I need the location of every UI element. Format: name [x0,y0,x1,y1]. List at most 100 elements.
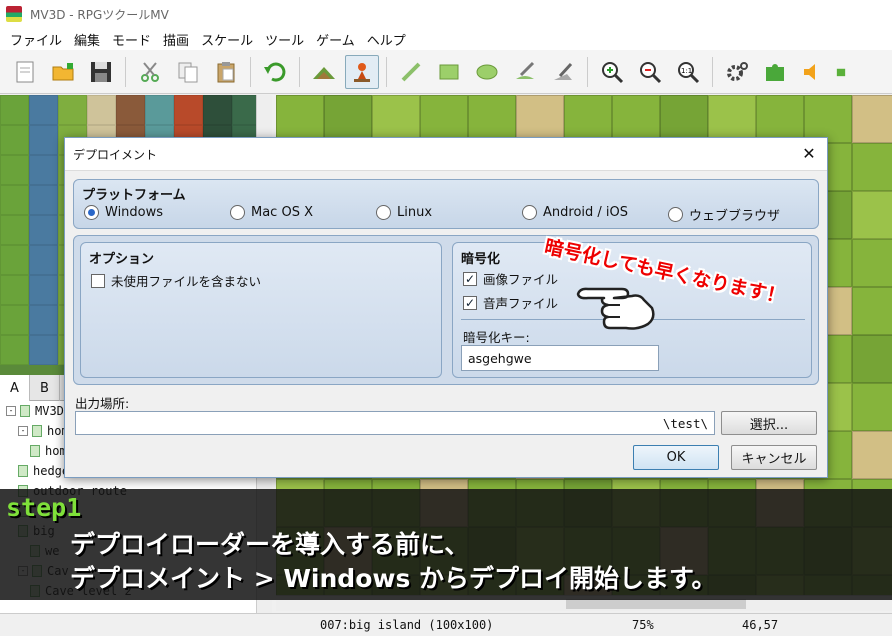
paste-icon[interactable] [209,55,243,89]
map-tile[interactable] [852,335,892,383]
undo-icon[interactable] [258,55,292,89]
tileset-tile[interactable] [29,275,58,305]
menu-game[interactable]: ゲーム [310,30,361,49]
tileset-tile[interactable] [0,95,29,125]
cancel-button[interactable]: キャンセル [731,445,817,470]
tileset-tile[interactable] [58,95,87,125]
menu-scale[interactable]: スケール [195,30,259,49]
radio-windows[interactable]: Windows [84,205,163,220]
map-tile[interactable] [324,95,372,143]
ok-button[interactable]: OK [633,445,719,470]
tileset-tile[interactable] [29,155,58,185]
map-tile[interactable] [612,95,660,143]
map-tile[interactable] [372,95,420,143]
radio-indicator[interactable] [84,205,99,220]
tileset-tile[interactable] [29,305,58,335]
encrypt-audio-checkbox[interactable]: ✓ 音声ファイル [463,293,558,312]
tileset-tile[interactable] [29,245,58,275]
radio-indicator[interactable] [230,205,245,220]
close-icon[interactable]: ✕ [799,144,819,164]
tileset-tile[interactable] [29,185,58,215]
map-tile[interactable] [852,239,892,287]
tileset-tile[interactable] [145,95,174,125]
tileset-tile[interactable] [29,335,58,365]
encrypt-images-checkbox[interactable]: ✓ 画像ファイル [463,269,558,288]
map-tile[interactable] [660,95,708,143]
tileset-tile[interactable] [0,335,29,365]
map-tile[interactable] [516,95,564,143]
new-project-icon[interactable] [8,55,42,89]
scrollbar-thumb[interactable] [566,599,746,609]
menu-help[interactable]: ヘルプ [361,30,412,49]
menu-draw[interactable]: 描画 [157,30,195,49]
save-icon[interactable] [84,55,118,89]
map-tile[interactable] [708,95,756,143]
encryption-key-input[interactable]: asgehgwe [461,345,659,371]
map-tile[interactable] [804,95,852,143]
map-tile[interactable] [564,95,612,143]
tileset-tile[interactable] [29,215,58,245]
character-icon[interactable] [834,55,848,89]
zoom-actual-icon[interactable]: 1:1 [671,55,705,89]
collapse-toggle-icon[interactable]: - [18,426,28,436]
browse-button[interactable]: 選択... [721,411,817,435]
menu-edit[interactable]: 編集 [68,30,106,49]
exclude-unused-checkbox[interactable]: 未使用ファイルを含まない [91,271,261,290]
map-mode-icon[interactable] [307,55,341,89]
open-folder-icon[interactable] [46,55,80,89]
radio-linux[interactable]: Linux [376,205,432,220]
map-tile[interactable] [276,95,324,143]
tab-b[interactable]: B [30,375,60,401]
radio-indicator[interactable] [668,207,683,222]
checkbox-box[interactable]: ✓ [463,295,477,310]
tileset-tile[interactable] [0,275,29,305]
radio-macos[interactable]: Mac OS X [230,205,313,220]
shadow-pen-icon[interactable] [546,55,580,89]
radio-web-browser[interactable]: ウェブブラウザ [668,205,780,224]
tileset-tile[interactable] [0,155,29,185]
event-mode-icon[interactable] [345,54,379,89]
rectangle-icon[interactable] [432,55,466,89]
tileset-tile[interactable] [0,185,29,215]
tileset-tile[interactable] [29,95,58,125]
collapse-toggle-icon[interactable]: - [6,406,16,416]
copy-icon[interactable] [171,55,205,89]
tileset-tile[interactable] [0,125,29,155]
cut-icon[interactable] [133,55,167,89]
map-tile[interactable] [852,431,892,479]
tab-a[interactable]: A [0,375,30,401]
output-location-input[interactable]: \test\ [75,411,715,435]
plugin-icon[interactable] [758,55,792,89]
pencil-icon[interactable] [394,55,428,89]
sound-icon[interactable] [796,55,830,89]
radio-indicator[interactable] [522,205,537,220]
menu-mode[interactable]: モード [106,30,157,49]
map-tile[interactable] [852,191,892,239]
database-icon[interactable] [720,55,754,89]
checkbox-box[interactable] [91,273,105,288]
tileset-tile[interactable] [203,95,232,125]
radio-android-ios[interactable]: Android / iOS [522,205,628,220]
checkbox-box[interactable]: ✓ [463,271,477,286]
zoom-out-icon[interactable] [633,55,667,89]
tileset-tile[interactable] [0,245,29,275]
tileset-tile[interactable] [174,95,203,125]
map-tile[interactable] [852,383,892,431]
radio-indicator[interactable] [376,205,391,220]
map-tile[interactable] [468,95,516,143]
tileset-tile[interactable] [87,95,116,125]
fill-icon[interactable] [508,55,542,89]
map-tile[interactable] [852,143,892,191]
ellipse-icon[interactable] [470,55,504,89]
menu-tools[interactable]: ツール [259,30,310,49]
tileset-tile[interactable] [0,215,29,245]
map-tile[interactable] [756,95,804,143]
zoom-in-icon[interactable] [595,55,629,89]
map-tile[interactable] [420,95,468,143]
tileset-tile[interactable] [0,305,29,335]
tileset-tile[interactable] [29,125,58,155]
map-tile[interactable] [852,287,892,335]
tileset-tile[interactable] [116,95,145,125]
menu-file[interactable]: ファイル [4,30,68,49]
map-tile[interactable] [852,95,892,143]
